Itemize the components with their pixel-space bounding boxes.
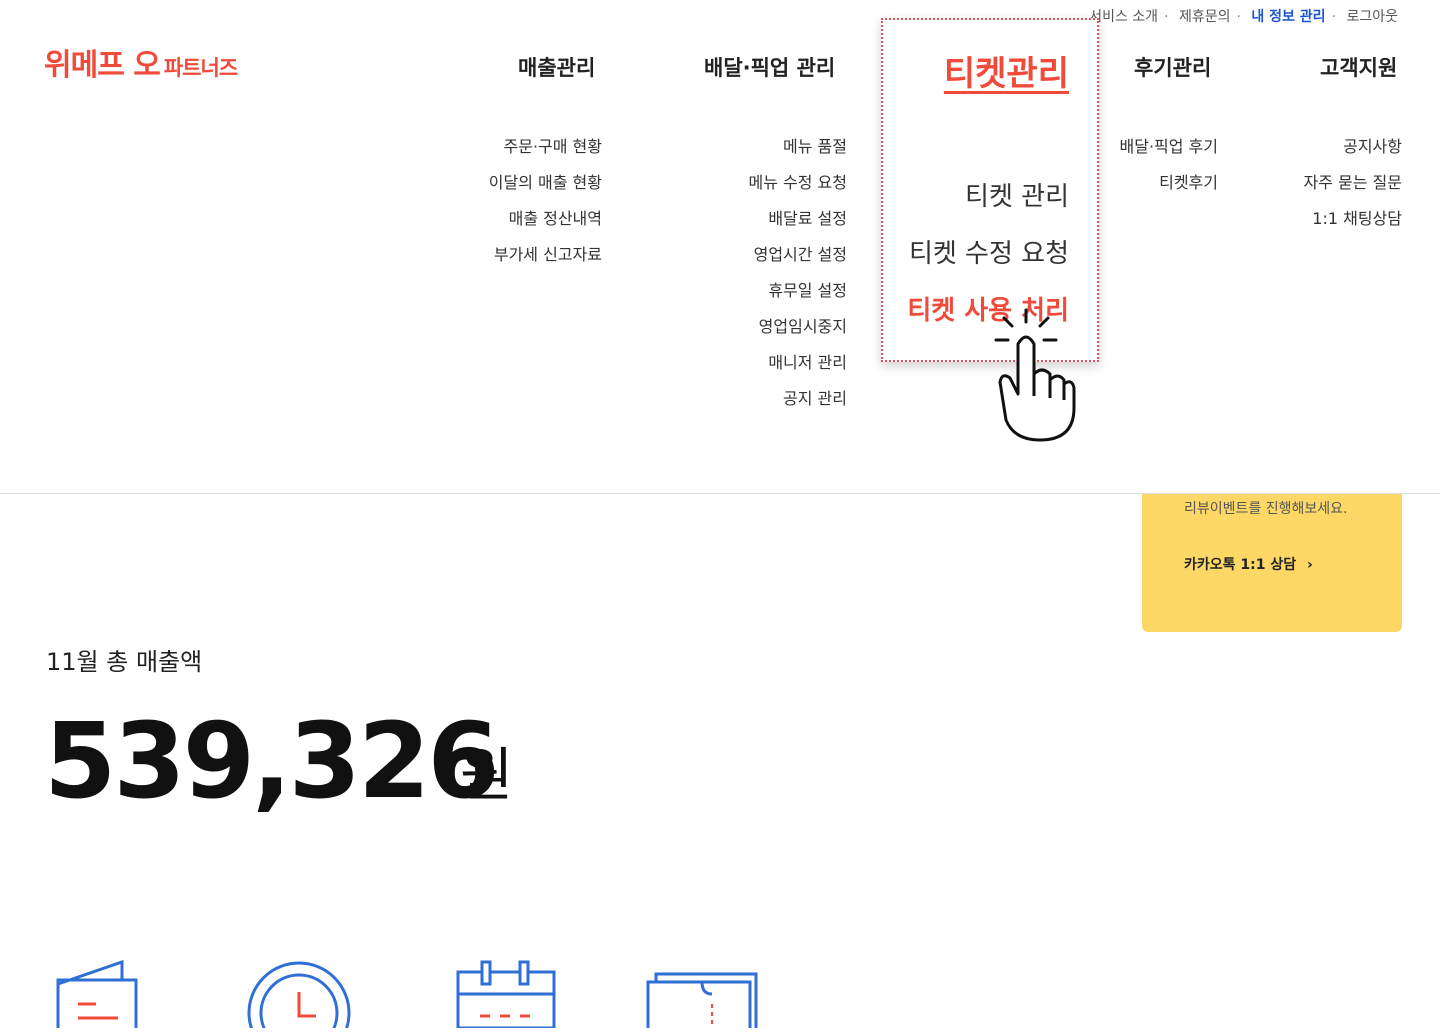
nav-sales[interactable]: 매출관리 [518,52,595,82]
nav-ticket[interactable]: 티켓관리 [944,46,1069,95]
partnership-link[interactable]: 제휴문의 [1179,9,1231,25]
banner-text: 리뷰이벤트를 진행해보세요. [1184,501,1348,517]
my-info-link[interactable]: 내 정보 관리 [1251,9,1325,25]
submenu-support: 공지사항 자주 묻는 질문 1:1 채팅상담 [1304,136,1403,244]
kakao-banner: 리뷰이벤트를 진행해보세요. 카카오톡 1:1 상담 › [1142,494,1402,632]
menu-book-icon[interactable] [56,954,140,1032]
clock-icon[interactable] [246,960,352,1032]
nav-support[interactable]: 고객지원 [1320,52,1397,82]
logo-sub: 파트너즈 [163,56,238,80]
submenu-item[interactable]: 주문·구매 현황 [489,136,603,172]
sales-amount: 539,326 [44,700,500,822]
service-intro-link[interactable]: 서비스 소개 [1089,9,1158,25]
utility-nav: 서비스 소개 · 제휴문의 · 내 정보 관리 · 로그아웃 [1089,9,1398,25]
submenu-item[interactable]: 매출 정산내역 [489,208,602,244]
submenu-item[interactable]: 메뉴 수정 요청 [749,172,848,208]
submenu-item[interactable]: 이달의 매출 현황 [489,172,602,208]
calendar-icon[interactable] [456,960,556,1032]
submenu-review: 배달·픽업 후기 티켓후기 [1120,136,1219,208]
ticket-icon[interactable] [646,970,758,1032]
submenu-item[interactable]: 부가세 신고자료 [489,244,602,280]
sales-unit: 원 [460,741,514,809]
submenu-item[interactable]: 자주 묻는 질문 [1304,172,1403,208]
submenu-item[interactable]: 배달료 설정 [749,208,847,244]
logo-main: 위메프 오 [44,48,161,83]
submenu-delivery: 메뉴 품절 메뉴 수정 요청 배달료 설정 영업시간 설정 휴무일 설정 영업임… [749,136,848,424]
logo[interactable]: 위메프 오 파트너즈 [44,40,238,84]
sales-label: 11월 총 매출액 [46,648,203,676]
chevron-right-icon: › [1306,557,1313,573]
submenu-item-ticket-edit-request[interactable]: 티켓 수정 요청 [909,233,1069,270]
submenu-item[interactable]: 매니저 관리 [749,352,847,388]
kakao-chat-link[interactable]: 카카오톡 1:1 상담 › [1184,554,1313,574]
submenu-sales: 주문·구매 현황 이달의 매출 현황 매출 정산내역 부가세 신고자료 [489,136,602,280]
submenu-item[interactable]: 영업시간 설정 [749,244,847,280]
submenu-item[interactable]: 1:1 채팅상담 [1304,208,1402,244]
kakao-chat-label: 카카오톡 1:1 상담 [1184,557,1297,573]
submenu-item[interactable]: 영업임시중지 [749,316,847,352]
submenu-item[interactable]: 티켓후기 [1120,172,1218,208]
submenu-item-ticket-manage[interactable]: 티켓 관리 [965,176,1069,213]
submenu-item[interactable]: 배달·픽업 후기 [1120,136,1219,172]
logout-link[interactable]: 로그아웃 [1346,9,1398,25]
nav-review[interactable]: 후기관리 [1134,52,1211,82]
submenu-item[interactable]: 공지사항 [1304,136,1402,172]
submenu-item[interactable]: 휴무일 설정 [749,280,847,316]
submenu-item[interactable]: 공지 관리 [749,388,847,424]
nav-delivery[interactable]: 배달·픽업 관리 [704,52,835,82]
pointer-hand-icon [990,308,1082,448]
submenu-item[interactable]: 메뉴 품절 [749,136,847,172]
